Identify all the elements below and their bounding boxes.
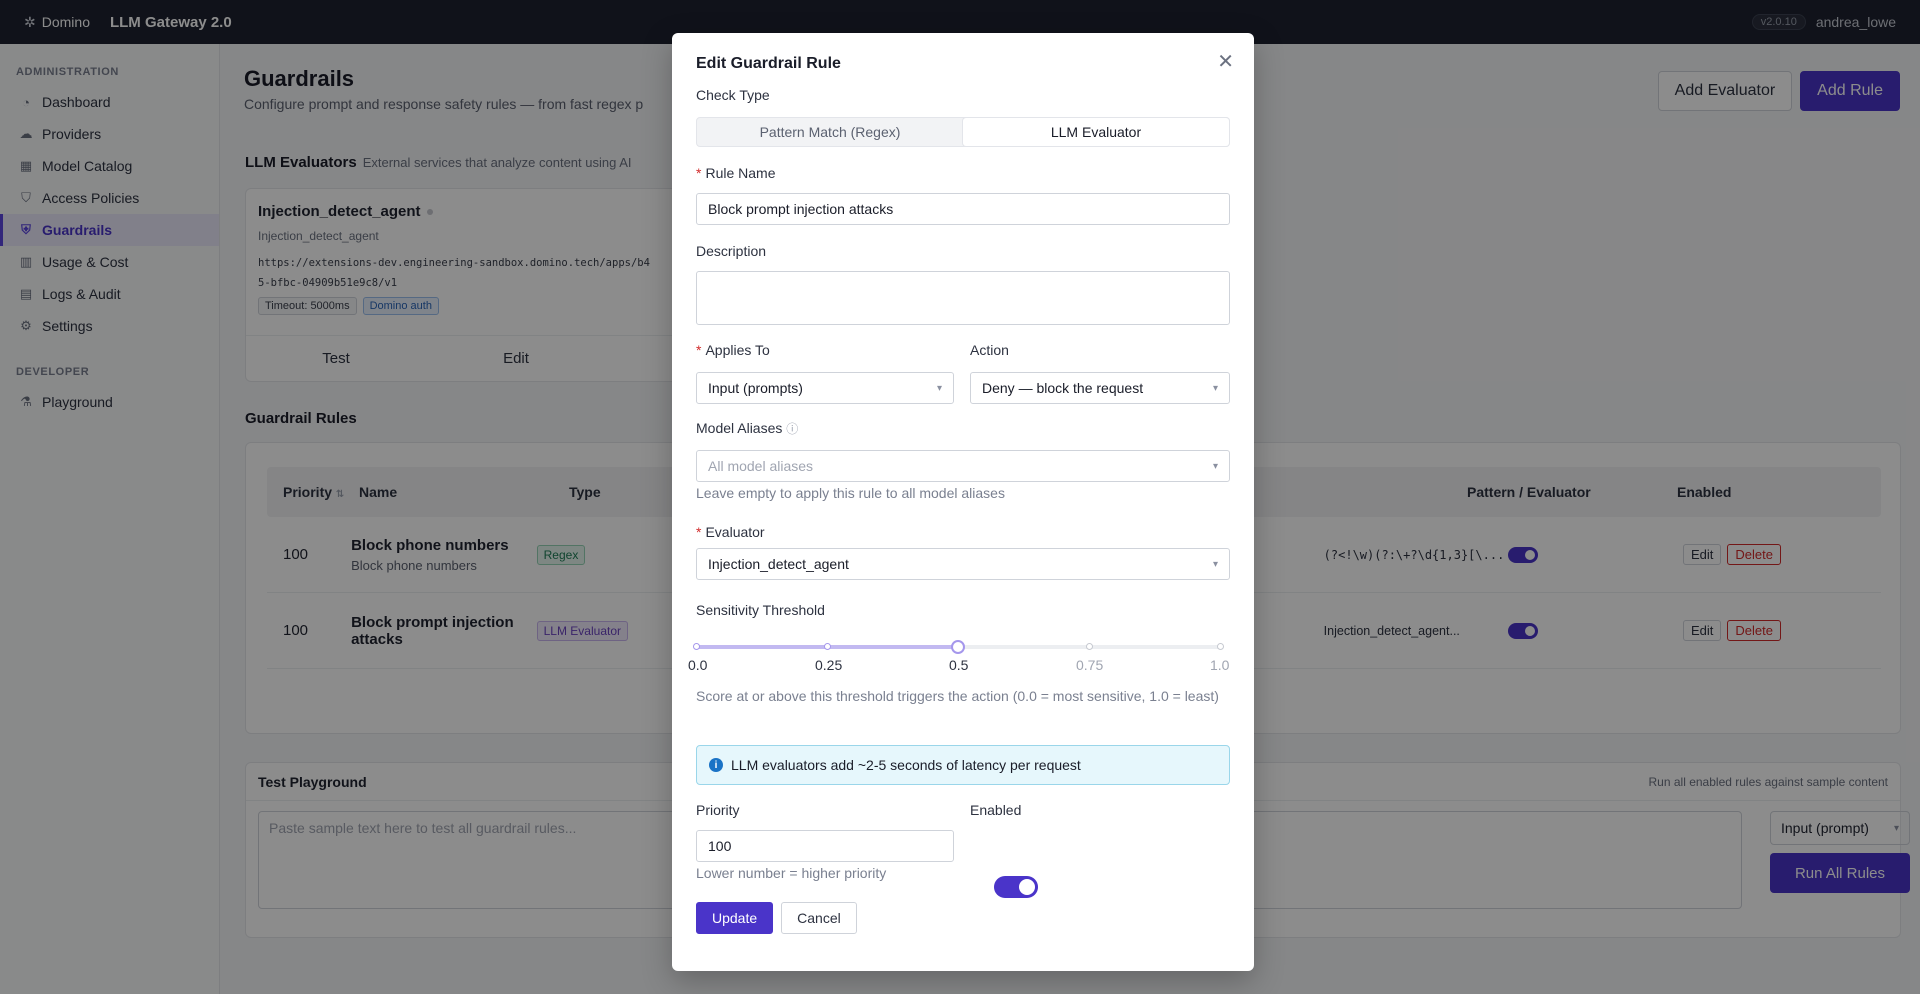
applies-to-select[interactable]: Input (prompts) ▾ [696, 372, 954, 404]
check-type-regex[interactable]: Pattern Match (Regex) [697, 118, 963, 146]
priority-label: Priority [696, 802, 740, 818]
check-type-llm-evaluator[interactable]: LLM Evaluator [963, 118, 1229, 146]
action-select[interactable]: Deny — block the request ▾ [970, 372, 1230, 404]
evaluator-select[interactable]: Injection_detect_agent ▾ [696, 548, 1230, 580]
slider-tick-label: 0.0 [688, 657, 708, 673]
select-placeholder: All model aliases [708, 458, 814, 474]
chevron-down-icon: ▾ [1212, 382, 1218, 394]
latency-alert: i LLM evaluators add ~2-5 seconds of lat… [696, 745, 1230, 785]
description-textarea[interactable] [696, 271, 1230, 325]
sensitivity-threshold-label: Sensitivity Threshold [696, 602, 825, 618]
cancel-button[interactable]: Cancel [781, 902, 857, 934]
slider-mark[interactable] [1217, 643, 1224, 650]
slider-tick-label: 0.25 [815, 657, 843, 673]
slider-tick-label: 0.75 [1076, 657, 1104, 673]
evaluator-label: Evaluator [705, 524, 765, 540]
rule-name-input[interactable]: Block prompt injection attacks [696, 193, 1230, 225]
rule-name-label: Rule Name [705, 165, 776, 181]
select-value: Deny — block the request [982, 380, 1144, 396]
info-icon[interactable]: ⓘ [786, 422, 798, 436]
model-aliases-select[interactable]: All model aliases ▾ [696, 450, 1230, 482]
applies-to-label: Applies To [705, 342, 770, 358]
slider-mark[interactable] [693, 643, 700, 650]
threshold-help: Score at or above this threshold trigger… [696, 688, 1219, 704]
info-icon: i [709, 758, 723, 772]
check-type-label: Check Type [696, 87, 770, 103]
model-aliases-help: Leave empty to apply this rule to all mo… [696, 485, 1005, 501]
select-value: Injection_detect_agent [708, 556, 849, 572]
slider-tick-label: 1.0 [1210, 657, 1230, 673]
chevron-down-icon: ▾ [1212, 558, 1218, 570]
slider-mark[interactable] [1086, 643, 1093, 650]
slider-handle[interactable] [951, 640, 965, 654]
edit-guardrail-rule-dialog: Edit Guardrail Rule ✕ Check Type Pattern… [672, 33, 1254, 971]
slider-mark[interactable] [824, 643, 831, 650]
chevron-down-icon: ▾ [936, 382, 942, 394]
close-icon[interactable]: ✕ [1217, 49, 1234, 74]
description-label: Description [696, 243, 767, 259]
enabled-label: Enabled [970, 802, 1022, 818]
slider-tick-label: 0.5 [949, 657, 969, 673]
enabled-toggle[interactable] [994, 876, 1038, 898]
update-button[interactable]: Update [696, 902, 774, 934]
check-type-segmented: Pattern Match (Regex) LLM Evaluator [696, 117, 1230, 147]
dialog-title: Edit Guardrail Rule [696, 55, 841, 72]
model-aliases-label: Model Aliases [696, 420, 783, 436]
priority-help: Lower number = higher priority [696, 865, 887, 881]
alert-text: LLM evaluators add ~2-5 seconds of laten… [731, 757, 1081, 773]
select-value: Input (prompts) [708, 380, 803, 396]
priority-input[interactable]: 100 [696, 830, 954, 862]
action-label: Action [970, 342, 1009, 358]
chevron-down-icon: ▾ [1212, 460, 1218, 472]
